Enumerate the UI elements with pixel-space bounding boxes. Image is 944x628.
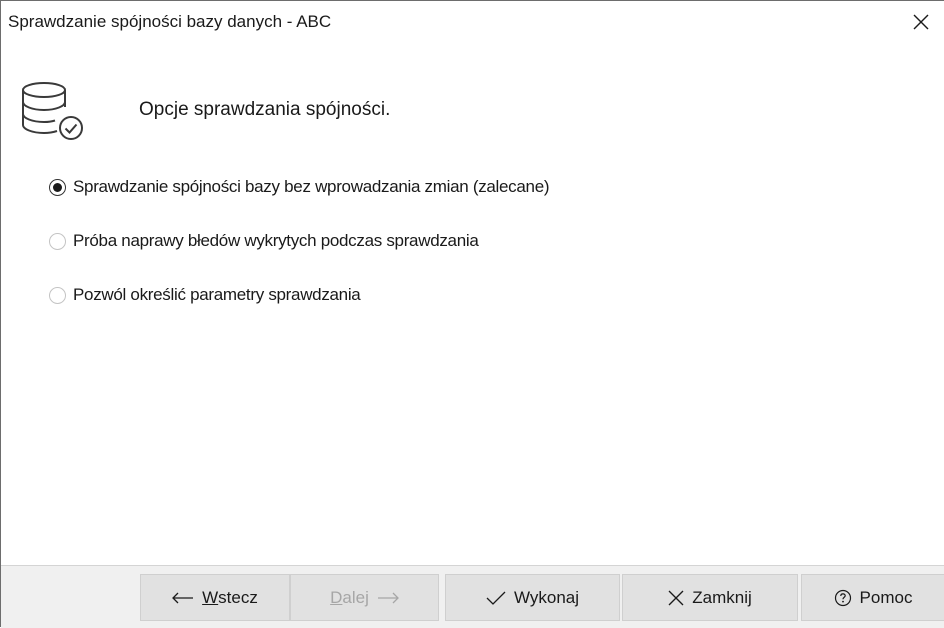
- title-bar: Sprawdzanie spójności bazy danych - ABC: [1, 1, 944, 43]
- option-attempt-repair[interactable]: Próba naprawy błedów wykrytych podczas s…: [49, 229, 479, 253]
- arrow-right-icon: [377, 592, 399, 604]
- help-button-label: Pomoc: [859, 587, 913, 607]
- help-button[interactable]: Pomoc: [801, 574, 944, 621]
- next-button-label: Dalej: [330, 587, 369, 607]
- option-label: Próba naprawy błedów wykrytych podczas s…: [73, 231, 479, 250]
- check-icon: [486, 590, 506, 606]
- back-button-label: Wstecz: [202, 587, 258, 607]
- window-close-button[interactable]: [898, 1, 944, 43]
- dialog-header: Opcje sprawdzania spójności.: [1, 43, 944, 153]
- options-heading: Opcje sprawdzania spójności.: [139, 99, 391, 120]
- option-label: Sprawdzanie spójności bazy bez wprowadza…: [73, 177, 550, 196]
- radio-button-selected[interactable]: [49, 178, 66, 196]
- close-icon: [913, 14, 929, 30]
- option-check-without-changes[interactable]: Sprawdzanie spójności bazy bez wprowadza…: [49, 175, 550, 199]
- option-label: Pozwól określić parametry sprawdzania: [73, 285, 361, 304]
- close-button-label: Zamknij: [692, 587, 752, 607]
- execute-button-label: Wykonaj: [513, 587, 580, 607]
- next-button[interactable]: Dalej: [290, 574, 439, 621]
- option-specify-parameters[interactable]: Pozwól określić parametry sprawdzania: [49, 283, 361, 307]
- window-title: Sprawdzanie spójności bazy danych - ABC: [8, 12, 332, 31]
- execute-button[interactable]: Wykonaj: [445, 574, 620, 621]
- close-icon: [668, 590, 684, 606]
- back-button[interactable]: Wstecz: [140, 574, 290, 621]
- close-button[interactable]: Zamknij: [622, 574, 798, 621]
- radio-button[interactable]: [49, 232, 66, 250]
- help-circle-icon: [834, 589, 852, 607]
- button-bar: Wstecz Dalej Wykonaj Zamknij Pomoc: [1, 565, 944, 628]
- arrow-left-icon: [172, 592, 194, 604]
- dialog-window: Sprawdzanie spójności bazy danych - ABC …: [0, 0, 944, 628]
- radio-button[interactable]: [49, 286, 66, 304]
- database-check-icon: [22, 82, 83, 140]
